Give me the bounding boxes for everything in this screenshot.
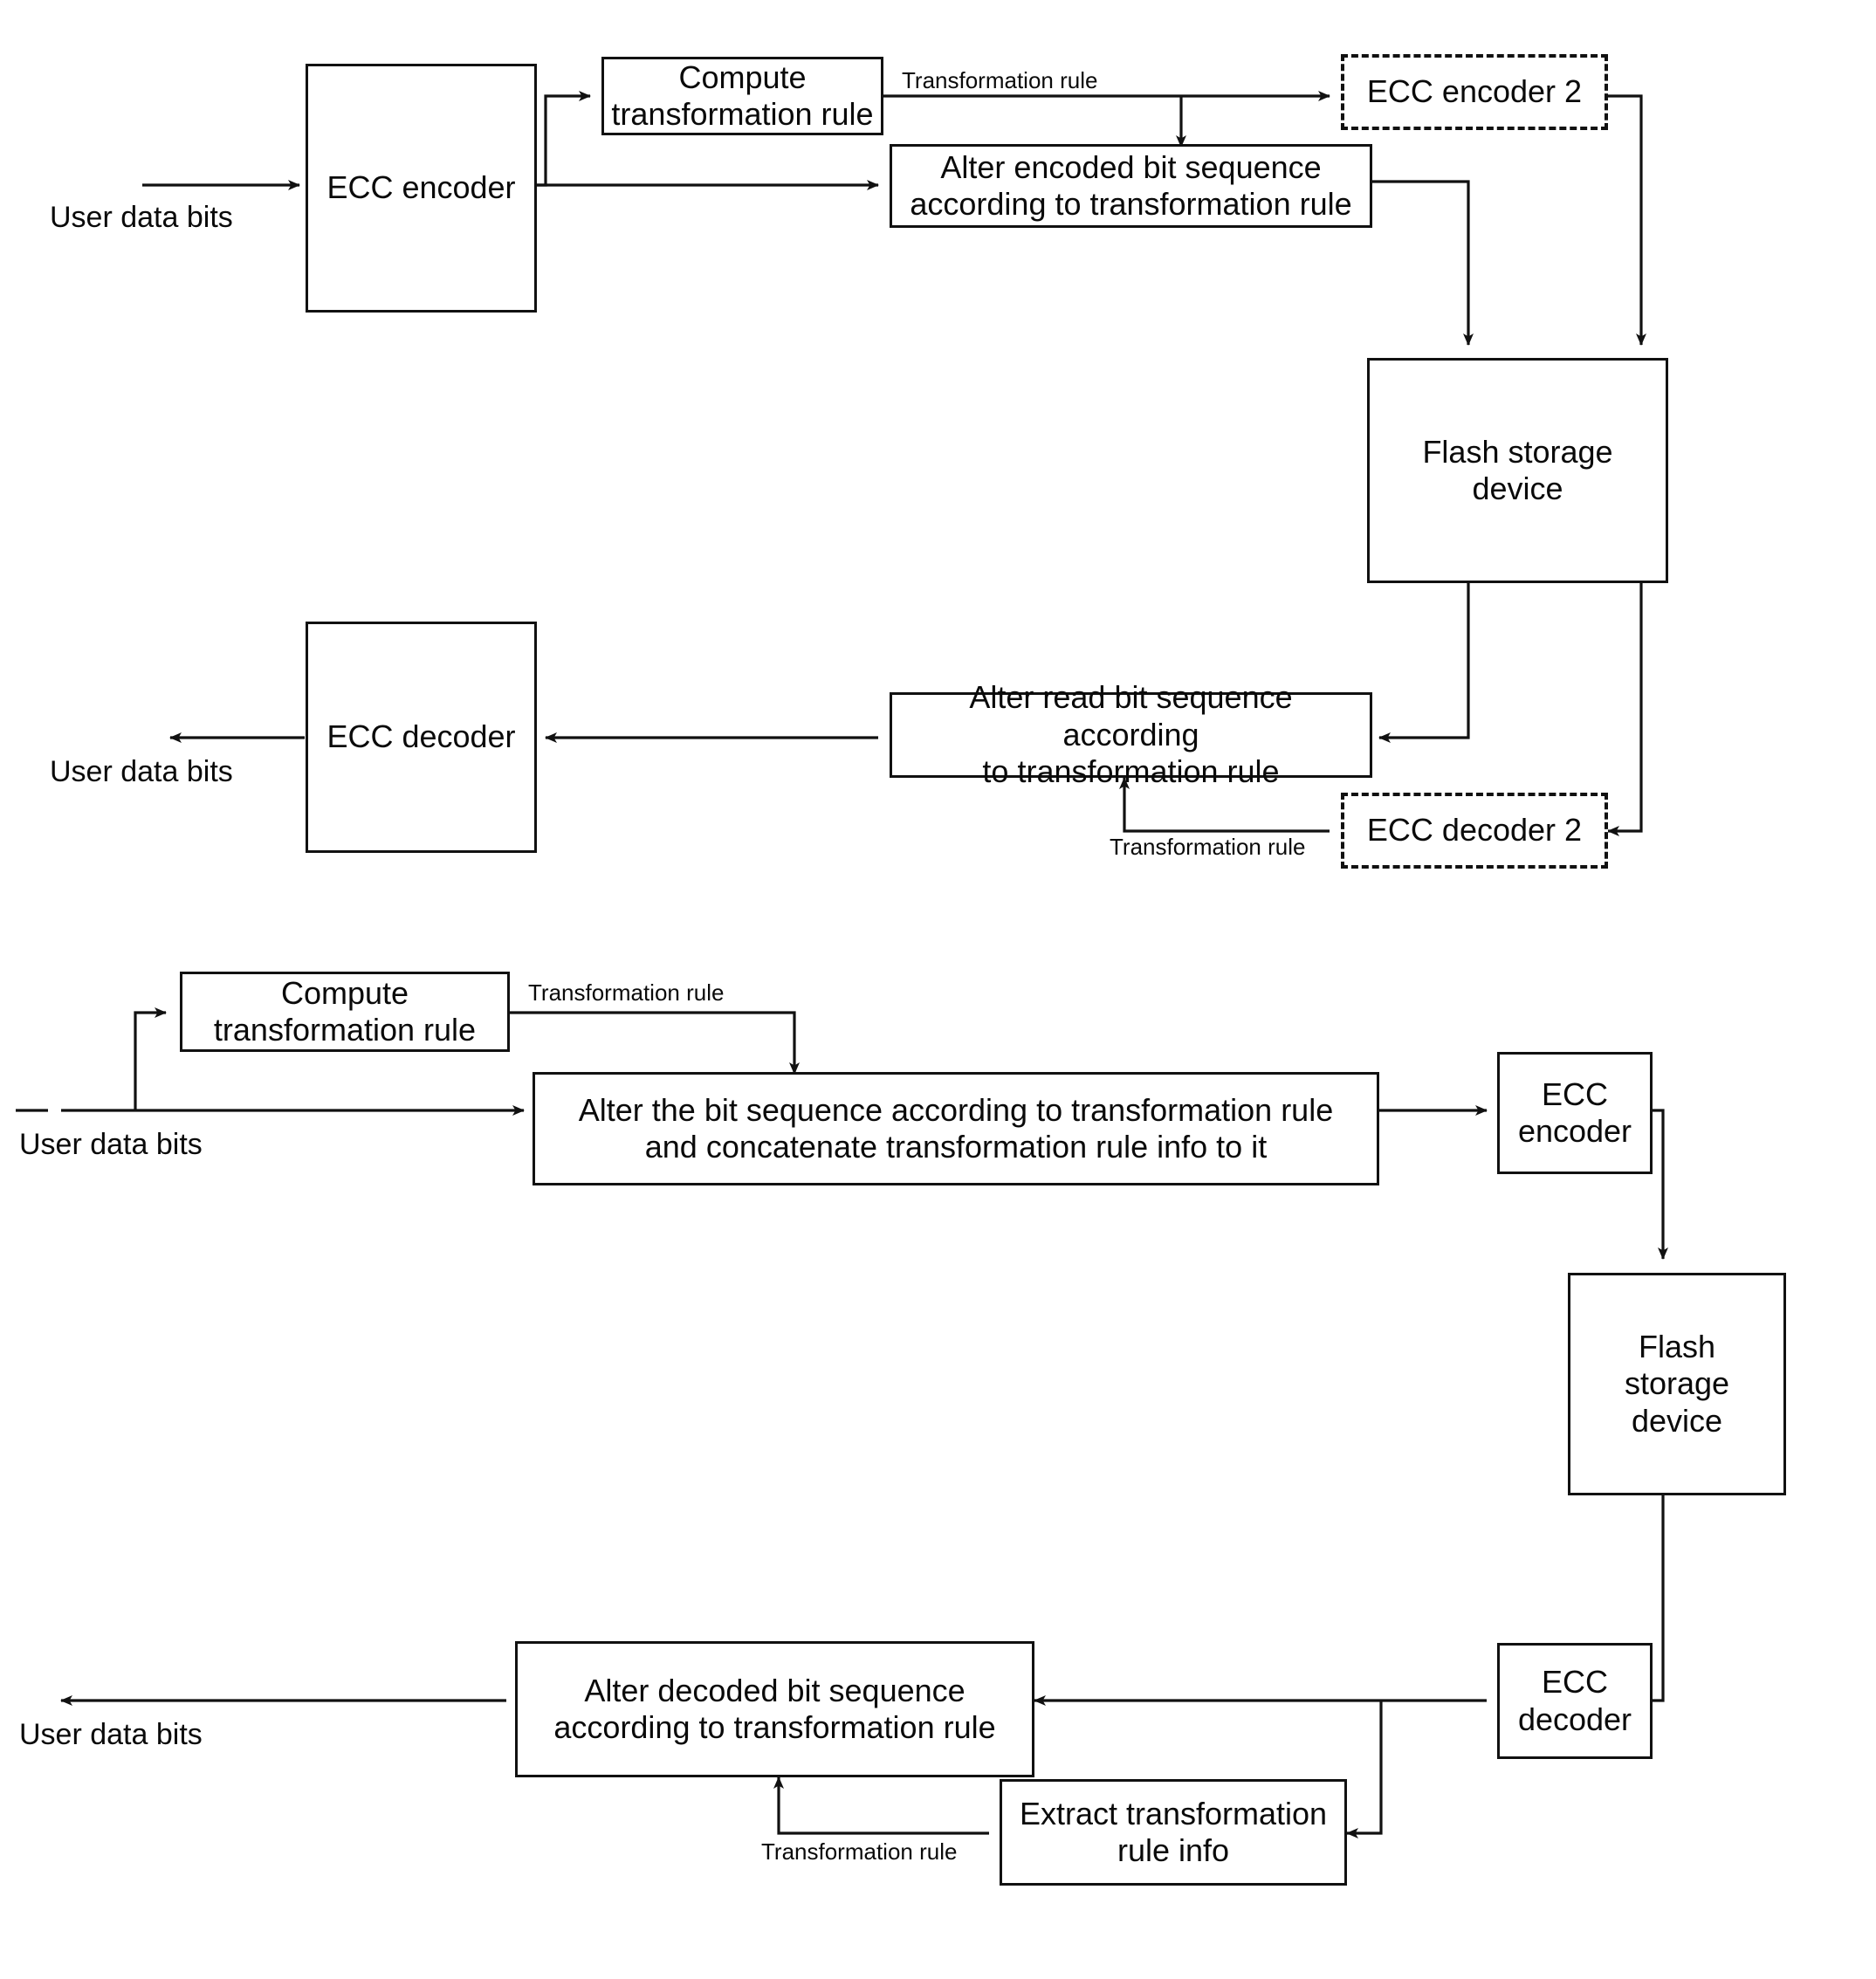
d2-ecc-decoder-block[interactable]: ECC decoder bbox=[1497, 1643, 1653, 1759]
d2-user-data-bits-input-label: User data bits bbox=[19, 1128, 203, 1161]
wire-computerule2-to-alterconcat bbox=[510, 1011, 800, 1075]
d2-transformation-rule-top-label: Transformation rule bbox=[528, 979, 725, 1006]
wire-alterencoded-to-flash bbox=[1372, 180, 1474, 346]
d1-user-data-bits-output-label: User data bits bbox=[50, 755, 233, 788]
d1-ecc-encoder-block[interactable]: ECC encoder bbox=[306, 64, 537, 313]
d1-user-data-bits-input-label: User data bits bbox=[50, 201, 233, 234]
wire-flash-to-alterread bbox=[1378, 583, 1470, 743]
d1-ecc-encoder-2-block[interactable]: ECC encoder 2 bbox=[1341, 54, 1608, 130]
wire-userdata2-to-computerule bbox=[134, 1007, 167, 1110]
d1-flash-storage-device-block[interactable]: Flash storage device bbox=[1367, 358, 1668, 583]
d2-alter-decoded-bit-sequence-block[interactable]: Alter decoded bit sequence according to … bbox=[515, 1641, 1034, 1777]
d1-ecc-decoder-2-block[interactable]: ECC decoder 2 bbox=[1341, 793, 1608, 869]
d2-compute-transformation-rule-block[interactable]: Compute transformation rule bbox=[180, 972, 510, 1052]
wire-flash-to-eccdecoder2 bbox=[1607, 583, 1643, 836]
d1-alter-encoded-bit-sequence-block[interactable]: Alter encoded bit sequence according to … bbox=[890, 144, 1372, 228]
d1-compute-transformation-rule-block[interactable]: Compute transformation rule bbox=[601, 57, 883, 135]
d1-transformation-rule-top-label: Transformation rule bbox=[902, 67, 1098, 93]
wire-extractrule-to-alterdecoded bbox=[773, 1776, 989, 1835]
d1-alter-read-bit-sequence-block[interactable]: Alter read bit sequence according to tra… bbox=[890, 679, 1372, 789]
d2-extract-transformation-rule-info-block[interactable]: Extract transformation rule info bbox=[1000, 1779, 1347, 1886]
wire-eccdecoder2-to-extractrule bbox=[1346, 1701, 1383, 1838]
d1-ecc-decoder-block[interactable]: ECC decoder bbox=[306, 622, 537, 853]
figure-canvas: ECC encoder Compute transformation rule … bbox=[0, 0, 1876, 1979]
d2-ecc-encoder-block[interactable]: ECC encoder bbox=[1497, 1052, 1653, 1174]
d1-transformation-rule-bottom-label: Transformation rule bbox=[1110, 834, 1306, 860]
wire-eccencoder-to-computerule bbox=[537, 91, 591, 187]
wire-eccencoder2-to-flash bbox=[1608, 94, 1646, 346]
d2-flash-storage-device-block[interactable]: Flash storage device bbox=[1568, 1273, 1786, 1495]
d2-alter-bit-sequence-concatenate-block[interactable]: Alter the bit sequence according to tran… bbox=[533, 1072, 1379, 1185]
d2-transformation-rule-bottom-label: Transformation rule bbox=[761, 1838, 958, 1865]
d2-user-data-bits-output-label: User data bits bbox=[19, 1718, 203, 1751]
